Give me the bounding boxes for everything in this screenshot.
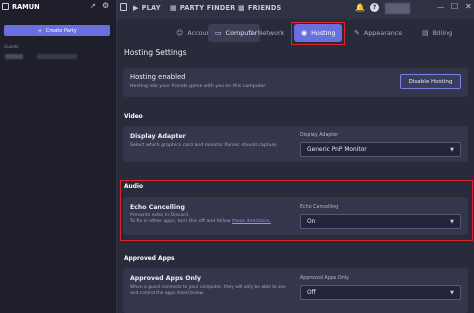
tab-appearance-label: Appearance xyxy=(363,29,403,37)
tab-network-label: Network xyxy=(257,29,285,37)
gamepad-icon: ▶ xyxy=(133,4,139,12)
gear-icon[interactable]: ⚙ xyxy=(102,1,109,10)
nav-friends[interactable]: ▩ FRIENDS xyxy=(238,4,282,12)
approved-apps-title: Approved Apps Only xyxy=(130,275,202,282)
display-adapter-value: Generic PnP Monitor xyxy=(307,146,367,153)
nav-play-label: PLAY xyxy=(141,4,161,12)
page-title: Hosting Settings xyxy=(124,48,187,57)
chevron-down-icon: ▼ xyxy=(450,289,454,296)
hosting-card: Hosting enabled Hosting lets your friend… xyxy=(123,68,468,97)
settings-content: Hosting Settings Hosting enabled Hosting… xyxy=(117,47,474,313)
tab-network[interactable]: ⌔ Network xyxy=(240,24,291,42)
share-icon[interactable]: ↗ xyxy=(90,2,96,10)
maximize-icon[interactable]: ☐ xyxy=(451,2,458,11)
display-adapter-title: Display Adapter xyxy=(130,133,186,140)
username[interactable]: RAMUN xyxy=(12,3,40,11)
approved-apps-dropdown-label: Approved Apps Only xyxy=(300,276,349,281)
tab-appearance[interactable]: ✎ Appearance xyxy=(347,24,409,42)
friends-icon: ▩ xyxy=(238,4,245,12)
nav-friends-label: FRIENDS xyxy=(247,4,282,12)
hosting-title: Hosting enabled xyxy=(130,73,186,81)
sidebar: RAMUN ↗ ⚙ ＋ Create Party Guests xyxy=(0,0,117,313)
display-adapter-dropdown[interactable]: Generic PnP Monitor ▼ xyxy=(300,142,461,157)
display-adapter-desc: Select which graphics card and monitor P… xyxy=(130,143,278,148)
plus-icon: ＋ xyxy=(37,28,43,35)
approved-apps-value: Off xyxy=(307,289,316,296)
display-adapter-card: Display Adapter Select which graphics ca… xyxy=(123,126,468,162)
wifi-icon: ⌔ xyxy=(247,28,254,37)
approved-apps-desc-line2: and control the apps listed below. xyxy=(130,291,205,296)
approved-apps-card: Approved Apps Only When a guest connects… xyxy=(123,268,468,313)
sidebar-toggle-icon[interactable] xyxy=(120,3,127,11)
create-party-button[interactable]: ＋ Create Party xyxy=(4,25,110,36)
guest-detail-redacted xyxy=(37,54,77,59)
user-avatar-icon[interactable] xyxy=(2,3,9,10)
tab-billing-label: Billing xyxy=(432,29,453,37)
disable-hosting-label: Disable Hosting xyxy=(408,78,453,85)
guest-list-item[interactable] xyxy=(3,52,114,61)
grid-icon: ▦ xyxy=(170,4,177,12)
hosting-desc: Hosting lets your friends game with you … xyxy=(130,84,266,89)
top-nav-bar: ▶ PLAY ▦ PARTY FINDER ▩ FRIENDS 🔔 ? — ☐ … xyxy=(117,0,474,19)
guests-label: Guests xyxy=(4,44,19,49)
help-icon[interactable]: ? xyxy=(370,3,379,12)
guest-name-redacted xyxy=(5,54,23,59)
minimize-icon[interactable]: — xyxy=(437,3,444,11)
nav-party-finder-label: PARTY FINDER xyxy=(179,4,236,12)
tab-billing[interactable]: ▤ Billing xyxy=(415,24,459,42)
brush-icon: ✎ xyxy=(354,29,360,37)
create-party-label: Create Party xyxy=(45,27,77,34)
nav-party-finder[interactable]: ▦ PARTY FINDER xyxy=(170,4,235,12)
video-section-title: Video xyxy=(124,114,143,120)
close-icon[interactable]: ✕ xyxy=(465,2,472,11)
bell-icon[interactable]: 🔔 xyxy=(355,3,365,12)
card-icon: ▤ xyxy=(422,29,429,37)
approved-apps-section-title: Approved Apps xyxy=(124,256,175,262)
audio-section-highlight xyxy=(120,180,473,241)
approved-apps-dropdown[interactable]: Off ▼ xyxy=(300,285,461,300)
user-profile-redacted[interactable] xyxy=(385,3,410,14)
monitor-icon: ▭ xyxy=(215,29,222,37)
display-adapter-dropdown-label: Display Adapter xyxy=(300,133,339,138)
chevron-down-icon: ▼ xyxy=(450,146,454,153)
user-icon: ☺ xyxy=(176,29,184,37)
disable-hosting-button[interactable]: Disable Hosting xyxy=(400,74,461,89)
nav-play[interactable]: ▶ PLAY xyxy=(133,4,161,12)
hosting-tab-highlight xyxy=(291,22,345,45)
settings-tab-bar: ☺ Account ▭ Computer ⌔ Network ◉ Hosting… xyxy=(117,19,474,47)
